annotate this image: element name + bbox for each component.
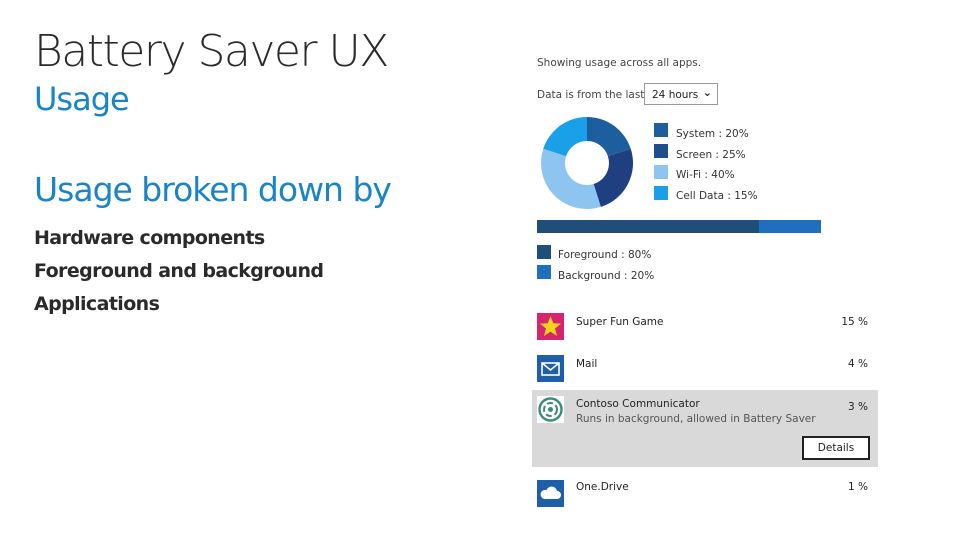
breakdown-heading: Usage broken down by — [34, 170, 392, 209]
app-row-super-fun-game[interactable]: Super Fun Game 15 % — [532, 311, 878, 345]
app-name: Mail — [576, 358, 598, 370]
app-name: Contoso Communicator — [576, 398, 700, 410]
chevron-down-icon: ⌄ — [702, 86, 712, 99]
foreground-bar — [537, 220, 759, 233]
communicator-icon — [537, 396, 564, 423]
showing-usage-text: Showing usage across all apps. — [537, 57, 702, 69]
legend-label-cell-data: Cell Data : 15% — [676, 190, 758, 202]
app-percent: 1 % — [848, 481, 868, 493]
data-period-label: Data is from the last: — [537, 89, 648, 101]
period-select[interactable]: 24 hours ⌄ — [644, 83, 718, 105]
legend-swatch-cell-data — [654, 186, 668, 200]
legend-swatch-foreground — [537, 245, 551, 259]
app-percent: 4 % — [848, 358, 868, 370]
details-button[interactable]: Details — [802, 436, 870, 460]
legend-label-wifi: Wi-Fi : 40% — [676, 169, 735, 181]
period-select-value: 24 hours — [652, 89, 699, 101]
app-name: One.Drive — [576, 481, 629, 493]
background-bar — [759, 220, 821, 233]
legend-swatch-screen — [654, 144, 668, 158]
star-icon — [537, 313, 564, 340]
legend-swatch-system — [654, 123, 668, 137]
components-donut-chart — [540, 117, 634, 210]
legend-label-screen: Screen : 25% — [676, 149, 746, 161]
app-name: Super Fun Game — [576, 316, 664, 328]
breakdown-list: Hardware components Foreground and backg… — [34, 222, 324, 321]
app-percent: 3 % — [848, 401, 868, 413]
breakdown-item-applications: Applications — [34, 293, 160, 315]
legend-label-foreground: Foreground : 80% — [558, 249, 652, 261]
legend-swatch-wifi — [654, 165, 668, 179]
mail-icon — [537, 355, 564, 382]
legend-label-system: System : 20% — [676, 128, 749, 140]
legend-swatch-background — [537, 265, 551, 279]
cloud-icon — [537, 480, 564, 507]
legend-label-background: Background : 20% — [558, 270, 655, 282]
breakdown-item-hardware: Hardware components — [34, 227, 265, 249]
app-row-onedrive[interactable]: One.Drive 1 % — [532, 476, 878, 510]
breakdown-item-foreground-background: Foreground and background — [34, 260, 324, 282]
page-title: Battery Saver UX — [34, 26, 389, 77]
app-row-mail[interactable]: Mail 4 % — [532, 353, 878, 387]
app-status: Runs in background, allowed in Battery S… — [576, 413, 816, 425]
page-subtitle: Usage — [34, 80, 130, 118]
app-row-contoso-communicator[interactable]: Contoso Communicator Runs in background,… — [532, 390, 878, 467]
app-percent: 15 % — [841, 316, 868, 328]
